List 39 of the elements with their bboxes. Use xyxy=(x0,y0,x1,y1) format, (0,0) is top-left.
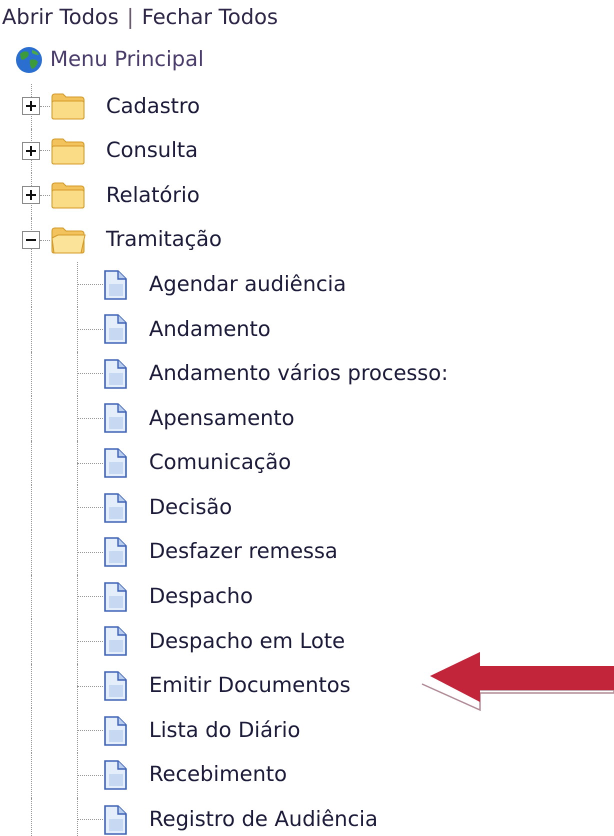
folder-label[interactable]: Tramitação xyxy=(106,224,222,256)
menu-item[interactable]: Decisão xyxy=(149,492,232,524)
expand-icon[interactable] xyxy=(22,97,40,116)
document-icon xyxy=(103,403,127,434)
folder-label[interactable]: Cadastro xyxy=(106,90,200,122)
document-icon xyxy=(103,314,127,344)
menu-item[interactable]: Comunicação xyxy=(149,447,292,479)
document-icon xyxy=(103,804,127,835)
tree-link[interactable]: Abrir Todos xyxy=(2,2,119,34)
document-icon xyxy=(103,448,127,478)
menu-item[interactable]: Recebimento xyxy=(149,759,287,791)
collapse-icon[interactable] xyxy=(22,231,40,250)
document-icon xyxy=(103,270,127,300)
menu-item[interactable]: Despacho xyxy=(149,581,253,613)
folder-label[interactable]: Consulta xyxy=(106,135,198,167)
document-icon xyxy=(103,492,127,523)
menu-item[interactable]: Desfazer remessa xyxy=(149,536,338,568)
folder-label[interactable]: Relatório xyxy=(106,180,200,212)
menu-item[interactable]: Lista do Diário xyxy=(149,714,300,746)
menu-item[interactable]: Emitir Documentos xyxy=(149,670,351,702)
menu-item[interactable]: Andamento xyxy=(149,314,271,346)
menu-item[interactable]: Despacho em Lote xyxy=(149,626,345,658)
expand-icon[interactable] xyxy=(22,186,40,204)
document-icon xyxy=(103,582,127,612)
menu-item[interactable]: Apensamento xyxy=(149,402,295,434)
document-icon xyxy=(103,760,127,790)
document-icon xyxy=(103,626,127,656)
document-icon xyxy=(103,716,127,746)
tree-link[interactable]: Fechar Todos xyxy=(142,2,278,34)
menu-item[interactable]: Registro de Audiência xyxy=(149,804,378,836)
document-icon xyxy=(103,537,127,568)
expand-icon[interactable] xyxy=(22,142,40,160)
tree-root-label[interactable]: Menu Principal xyxy=(50,44,204,76)
document-icon xyxy=(103,358,127,389)
separator: | xyxy=(126,4,134,32)
globe-icon xyxy=(14,45,44,75)
menu-item[interactable]: Agendar audiência xyxy=(149,268,346,300)
menu-item[interactable]: Andamento vários processo: xyxy=(149,358,448,390)
document-icon xyxy=(103,671,127,702)
